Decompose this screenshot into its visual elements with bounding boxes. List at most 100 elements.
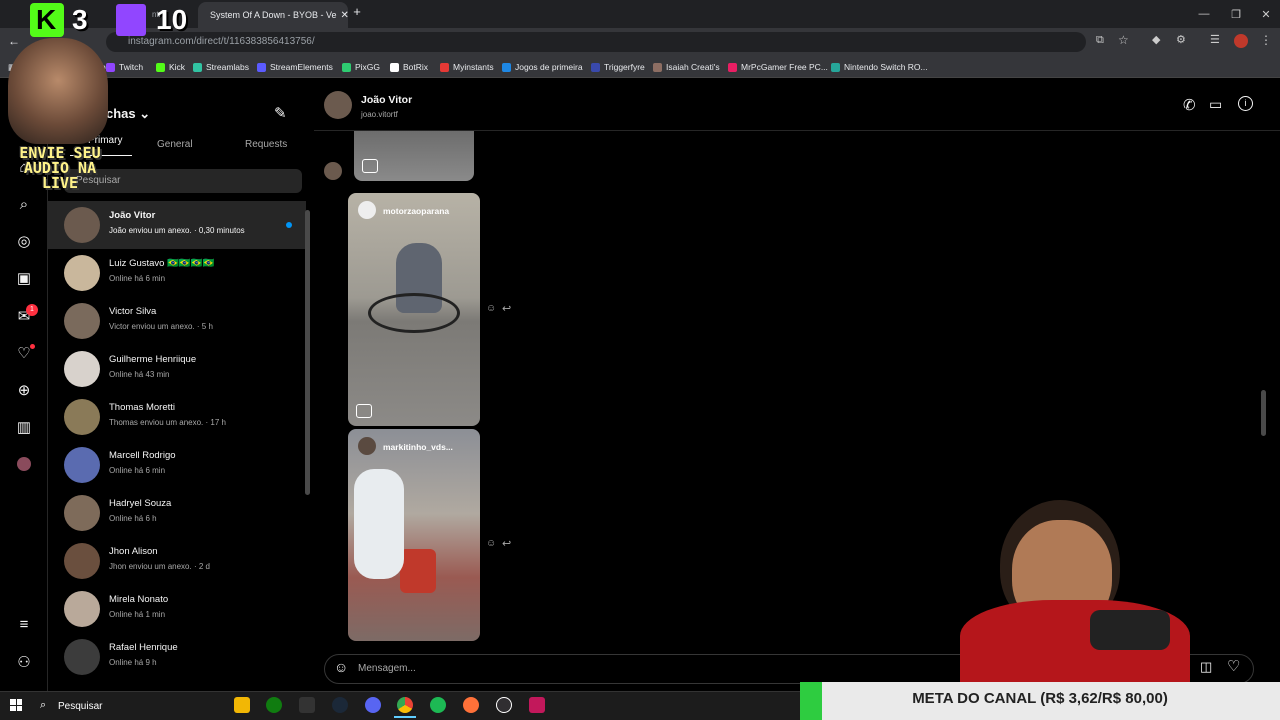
conversation-item[interactable]: Guilherme Henriique Online há 43 min — [48, 345, 306, 393]
emoji-picker-icon[interactable]: ☺ — [334, 659, 348, 675]
reel-thumbnail-partial[interactable] — [354, 131, 474, 181]
bookmark-item[interactable]: StreamElements — [257, 56, 333, 78]
tab-general[interactable]: General — [157, 139, 193, 150]
file-explorer-icon[interactable] — [234, 697, 250, 713]
bookmark-label: Twitch — [119, 62, 144, 72]
video-call-icon[interactable]: ▭ — [1209, 96, 1222, 113]
bookmark-label: Kick — [169, 62, 186, 72]
conversation-name: Luiz Gustavo 🇧🇷🇧🇷🇧🇷🇧🇷 — [109, 258, 215, 269]
windows-start-icon[interactable] — [10, 699, 22, 711]
browser-menu-icon[interactable]: ⋮ — [1260, 33, 1272, 47]
window-close-icon[interactable]: ✕ — [1250, 0, 1280, 28]
reel-message[interactable]: markitinho_vds... — [348, 429, 480, 641]
conversation-item[interactable]: Hadryel Souza Online há 6 h — [48, 489, 306, 537]
bookmark-item[interactable]: Nintendo Switch RO... — [831, 56, 928, 78]
bookmark-item[interactable]: MrPcGamer Free PC... — [728, 56, 828, 78]
bookmark-label: Myinstants — [453, 62, 494, 72]
reel-author-avatar — [358, 201, 376, 219]
bookmark-favicon-icon — [728, 62, 737, 72]
maximize-icon[interactable]: ❐ — [1220, 0, 1252, 28]
active-tab[interactable]: System Of A Down - BYOB - Ve ✕ — [198, 2, 348, 28]
contact-name[interactable]: João Vitor — [361, 94, 412, 106]
new-tab-button[interactable]: + — [348, 4, 366, 22]
conversation-preview: Online há 6 min — [109, 466, 166, 475]
extensions-puzzle-icon[interactable]: ⚙ — [1176, 33, 1186, 46]
conversation-preview: Thomas enviou um anexo. · 17 h — [109, 418, 226, 427]
obs-icon[interactable] — [496, 697, 512, 713]
conversation-item[interactable]: Jhon Alison Jhon enviou um anexo. · 2 d — [48, 537, 306, 585]
xbox-icon[interactable] — [266, 697, 282, 713]
message-input[interactable]: Mensagem... — [358, 663, 416, 674]
reel-motorbike — [368, 293, 460, 333]
profile-avatar[interactable] — [1234, 34, 1248, 48]
bookmark-item[interactable]: PixGG — [342, 56, 380, 78]
conversation-item[interactable]: Mirela Nonato Online há 1 min — [48, 585, 306, 633]
app-icon[interactable] — [529, 697, 545, 713]
conversation-item[interactable]: Victor Silva Victor enviou um anexo. · 5 … — [48, 297, 306, 345]
conversation-item[interactable]: Luiz Gustavo 🇧🇷🇧🇷🇧🇷🇧🇷 Online há 6 min — [48, 249, 306, 297]
bookmark-label: BotRix — [403, 62, 429, 72]
bookmark-item[interactable]: Isaiah Creati's — [653, 56, 720, 78]
conversation-item[interactable]: Thomas Moretti Thomas enviou um anexo. · … — [48, 393, 306, 441]
more-menu-icon[interactable]: ≡ — [12, 612, 36, 636]
epic-games-icon[interactable] — [299, 697, 315, 713]
close-tab-icon[interactable]: ✕ — [341, 10, 348, 21]
reel-subject — [354, 469, 404, 579]
back-icon[interactable]: ← — [8, 34, 20, 48]
conversation-scrollbar[interactable] — [305, 210, 310, 495]
bookmark-item[interactable]: Twitch — [106, 56, 143, 78]
chrome-icon[interactable] — [397, 697, 413, 713]
taskbar-search-icon[interactable]: ⌕ — [40, 699, 46, 712]
reel-message[interactable]: motorzaoparana — [348, 193, 480, 426]
bookmark-item[interactable]: Triggerfyre — [591, 56, 645, 78]
extension-icon[interactable]: ◆ — [1152, 33, 1160, 46]
reels-icon[interactable]: ▣ — [12, 266, 36, 290]
bookmark-label: Streamlabs — [206, 62, 249, 72]
envie-audio-banner: ENVIE SEU AUDIO NA LIVE — [19, 144, 101, 192]
tab-requests[interactable]: Requests — [245, 139, 287, 150]
search-icon[interactable]: ⌕ — [12, 192, 36, 216]
contact-avatar[interactable] — [324, 91, 352, 119]
twitch-logo — [116, 4, 146, 36]
dashboard-icon[interactable]: ▥ — [12, 415, 36, 439]
firefox-icon[interactable] — [463, 697, 479, 713]
conversation-item[interactable]: Marcell Rodrigo Online há 6 min — [48, 441, 306, 489]
taskbar-search-label[interactable]: Pesquisar — [58, 701, 102, 712]
bookmark-star-icon[interactable]: ☆ — [1118, 33, 1129, 47]
conversation-item[interactable]: Rafael Henrique Online há 9 h — [48, 633, 306, 681]
minimize-icon[interactable]: — — [1188, 0, 1220, 28]
steam-icon[interactable] — [332, 697, 348, 713]
bookmark-item[interactable]: Jogos de primeira — [502, 56, 583, 78]
reel-author[interactable]: markitinho_vds... — [383, 442, 453, 452]
phone-icon[interactable]: ✆ — [1183, 96, 1196, 114]
react-emoji-icon[interactable]: ☺ — [486, 303, 496, 314]
avatar — [64, 447, 100, 483]
discord-icon[interactable] — [365, 697, 381, 713]
bookmark-item[interactable]: Kick — [156, 56, 185, 78]
reply-icon[interactable]: ↩ — [502, 537, 511, 550]
avatar — [64, 207, 100, 243]
create-icon[interactable]: ⊕ — [12, 378, 36, 402]
react-emoji-icon[interactable]: ☺ — [486, 538, 496, 549]
notification-badge: 1 — [26, 304, 38, 316]
avatar — [64, 495, 100, 531]
profile-icon[interactable] — [17, 457, 31, 471]
reply-icon[interactable]: ↩ — [502, 302, 511, 315]
kick-logo: K — [30, 3, 64, 37]
info-icon[interactable]: i — [1238, 96, 1253, 111]
webcam-overlay — [940, 480, 1280, 690]
inbox-title[interactable]: chas ⌄ — [106, 106, 150, 122]
bookmark-item[interactable]: Streamlabs — [193, 56, 249, 78]
new-message-icon[interactable]: ✎ — [274, 104, 287, 122]
bookmark-item[interactable]: BotRix — [390, 56, 428, 78]
install-app-icon[interactable]: ⧉ — [1096, 34, 1104, 47]
conversation-item[interactable]: João Vitor João enviou um anexo. · 0,30 m… — [48, 201, 306, 249]
bookmark-item[interactable]: Myinstants — [440, 56, 494, 78]
chat-scrollbar[interactable] — [1261, 390, 1266, 436]
media-control-icon[interactable]: ☰ — [1210, 33, 1220, 46]
url-field[interactable]: instagram.com/direct/t/116383856413756/ — [106, 32, 1086, 52]
reel-author[interactable]: motorzaoparana — [383, 206, 449, 216]
explore-icon[interactable]: ◎ — [12, 229, 36, 253]
spotify-icon[interactable] — [430, 697, 446, 713]
threads-icon[interactable]: ⚇ — [12, 650, 36, 674]
